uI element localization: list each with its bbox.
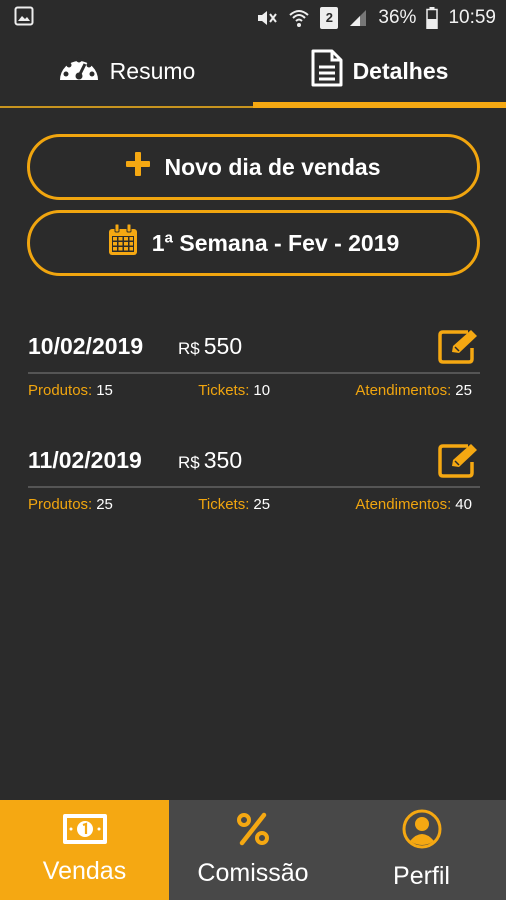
entry-amount-value: 550 — [203, 332, 243, 359]
signal-icon — [348, 8, 368, 28]
currency-symbol: R$ — [178, 338, 200, 358]
sales-entry: 10/02/2019 R$ 550 Produtos: 15 Tickets: 10 … — [28, 326, 480, 399]
sales-entry: 11/02/2019 R$ 350 Produtos: 25 Tickets: 25 … — [28, 440, 480, 513]
mute-icon — [256, 8, 278, 28]
entry-divider — [28, 486, 480, 488]
plus-icon — [126, 152, 151, 182]
tab-resumo-label: Resumo — [109, 57, 196, 84]
edit-entry-button[interactable] — [438, 442, 480, 478]
produtos-stat: Produtos: 25 — [28, 496, 113, 513]
edit-icon — [438, 330, 477, 364]
atendimentos-stat: Atendimentos: 40 — [355, 496, 472, 513]
wifi-icon — [288, 7, 310, 29]
gallery-notification-icon — [14, 6, 34, 31]
entry-date: 11/02/2019 — [28, 446, 142, 473]
top-tabs: Resumo Detalhes — [0, 36, 506, 108]
money-bill-icon — [62, 814, 107, 851]
battery-percent: 36% — [378, 7, 417, 28]
clock: 10:59 — [448, 7, 496, 28]
entry-amount: R$ 350 — [178, 447, 438, 474]
week-selector-button[interactable]: 1ª Semana - Fev - 2019 — [27, 210, 480, 276]
currency-symbol: R$ — [178, 452, 200, 472]
nav-perfil-label: Perfil — [393, 862, 450, 890]
nav-vendas[interactable]: Vendas — [0, 800, 169, 900]
edit-entry-button[interactable] — [438, 328, 480, 364]
tickets-stat: Tickets: 25 — [198, 496, 271, 513]
tab-resumo[interactable]: Resumo — [0, 36, 253, 106]
nav-comissao[interactable]: Comissão — [169, 800, 337, 900]
nav-vendas-label: Vendas — [42, 857, 127, 885]
entry-amount: R$ 550 — [178, 333, 438, 360]
edit-icon — [438, 444, 477, 478]
entry-date: 10/02/2019 — [28, 332, 144, 359]
speedometer-icon — [58, 52, 100, 90]
new-sales-day-button[interactable]: Novo dia de vendas — [27, 134, 480, 200]
battery-icon — [426, 7, 439, 29]
percent-icon — [236, 812, 270, 853]
nav-comissao-label: Comissão — [197, 859, 309, 887]
tickets-stat: Tickets: 10 — [198, 382, 271, 399]
week-label: 1ª Semana - Fev - 2019 — [151, 229, 400, 256]
calendar-icon — [108, 223, 138, 262]
atendimentos-stat: Atendimentos: 25 — [355, 382, 472, 399]
entry-amount-value: 350 — [203, 446, 243, 473]
document-icon — [311, 49, 343, 93]
bottom-nav: Vendas Comissão Perfil — [0, 800, 506, 900]
produtos-stat: Produtos: 15 — [28, 382, 113, 399]
entry-divider — [28, 372, 480, 374]
tab-detalhes-label: Detalhes — [352, 57, 449, 84]
sim-slot-number: 2 — [325, 10, 334, 25]
new-sales-day-label: Novo dia de vendas — [164, 153, 381, 180]
nav-perfil[interactable]: Perfil — [337, 800, 506, 900]
status-bar: 2 36% 10:59 — [0, 0, 506, 36]
tab-detalhes[interactable]: Detalhes — [253, 36, 506, 108]
sim-card-icon: 2 — [320, 7, 339, 29]
user-circle-icon — [402, 809, 442, 856]
